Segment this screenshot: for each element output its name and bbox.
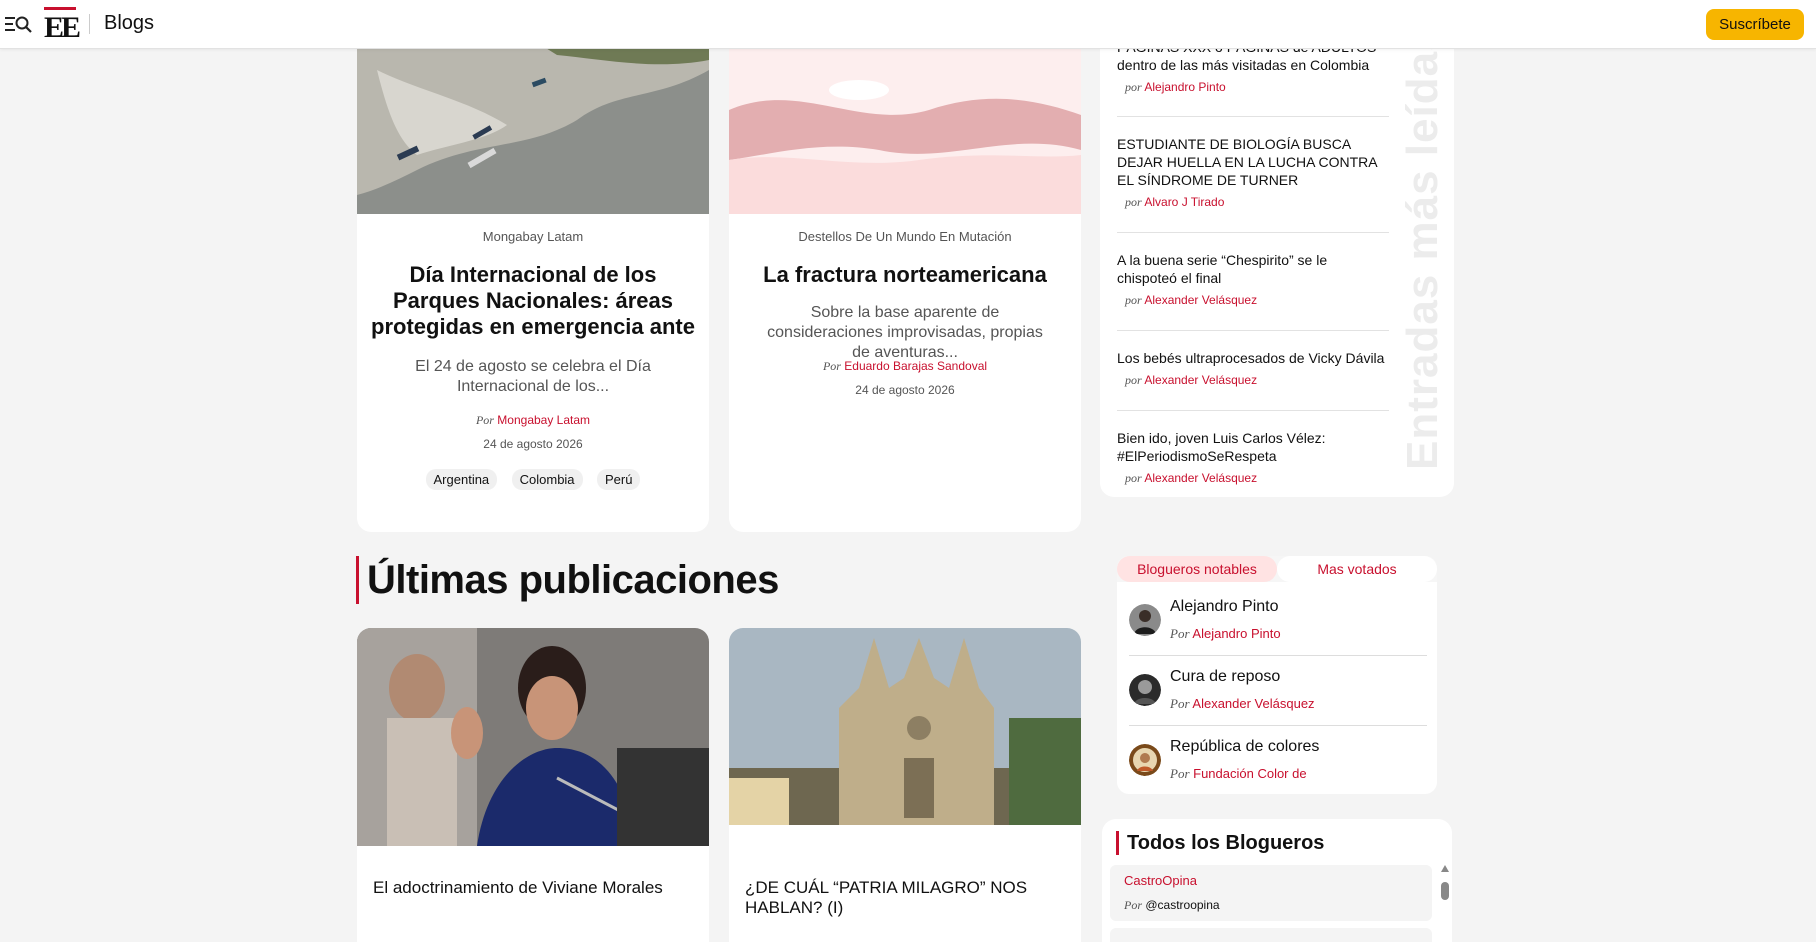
blogger-byline: Por Fundación Color de (1170, 766, 1307, 782)
author-link[interactable]: Alexander Velásquez (1144, 293, 1257, 307)
byline-prefix: Por (822, 359, 841, 373)
all-bloggers-item[interactable]: CastroOpina Por @castroopina (1110, 865, 1432, 921)
byline-prefix: por (1125, 471, 1142, 485)
article-source[interactable]: Mongabay Latam (357, 229, 709, 244)
article-description: Sobre la base aparente de consideracione… (767, 304, 1043, 361)
byline-prefix: por (1125, 373, 1142, 387)
divider (1129, 725, 1427, 726)
scroll-up-arrow-icon[interactable] (1441, 865, 1449, 872)
article-image-speaker[interactable] (357, 628, 709, 846)
byline-prefix: Por (1170, 766, 1190, 781)
byline-prefix: por (1125, 293, 1142, 307)
blogger-handle[interactable]: @castroopina (1145, 898, 1219, 912)
blogger-name[interactable]: Cura de reposo (1170, 668, 1280, 686)
article-title[interactable]: Día Internacional de los Parques Naciona… (371, 262, 695, 340)
tag-chip[interactable]: Colombia (511, 469, 583, 490)
top-header: EE Blogs Suscríbete (0, 0, 1816, 49)
divider (1117, 410, 1389, 411)
blogger-name[interactable]: Alejandro Pinto (1170, 598, 1279, 616)
all-bloggers-panel: Todos los Blogueros CastroOpina Por @cas… (1102, 819, 1452, 942)
article-title[interactable]: ¿DE CUÁL “PATRIA MILAGRO” NOS HABLAN? (I… (745, 878, 1065, 918)
latest-card[interactable]: ¿DE CUÁL “PATRIA MILAGRO” NOS HABLAN? (I… (729, 628, 1081, 942)
byline-prefix: Por (1170, 626, 1190, 641)
featured-card[interactable]: Mongabay Latam Día Internacional de los … (357, 30, 709, 532)
article-title[interactable]: El adoctrinamiento de Viviane Morales (373, 878, 693, 898)
author-link[interactable]: Alexander Velásquez (1144, 373, 1257, 387)
article-date: 24 de agosto 2026 (483, 437, 583, 451)
author-link[interactable]: Alejandro Pinto (1144, 80, 1225, 94)
blogger-name[interactable]: República de colores (1170, 738, 1319, 756)
most-read-label: Entradas más leídas (1398, 25, 1447, 470)
most-read-title[interactable]: ESTUDIANTE DE BIOLOGÍA BUSCA DEJAR HUELL… (1117, 135, 1389, 189)
most-read-item[interactable]: A la buena serie “Chespirito” se le chis… (1117, 251, 1389, 308)
most-read-item[interactable]: Los bebés ultraprocesados de Vicky Dávil… (1117, 349, 1389, 388)
most-read-title[interactable]: Los bebés ultraprocesados de Vicky Dávil… (1117, 349, 1389, 367)
article-source[interactable]: Destellos De Un Mundo En Mutación (729, 229, 1081, 244)
divider (1129, 655, 1427, 656)
tag-chip[interactable]: Perú (597, 469, 641, 490)
most-read-byline: por Alejandro Pinto (1117, 80, 1389, 95)
most-read-title[interactable]: Bien ido, joven Luis Carlos Vélez: #ElPe… (1117, 429, 1389, 465)
most-read-title[interactable]: dentro de las más visitadas en Colombia (1117, 56, 1389, 74)
divider (1117, 116, 1389, 117)
blogger-name[interactable]: CastroOpina (1124, 873, 1197, 888)
tag-list: Argentina Colombia Perú (357, 469, 709, 490)
article-byline: Por Mongabay Latam (357, 413, 709, 428)
blogger-byline: Por Alexander Velásquez (1170, 696, 1315, 712)
most-read-title[interactable]: A la buena serie “Chespirito” se le chis… (1117, 251, 1389, 287)
author-link[interactable]: Alvaro J Tirado (1144, 195, 1224, 209)
byline-prefix: por (1125, 195, 1142, 209)
avatar[interactable] (1129, 744, 1161, 776)
blogger-byline: Por Alejandro Pinto (1170, 626, 1281, 642)
blogger-item[interactable]: República de colores Por Fundación Color… (1129, 738, 1427, 794)
most-read-item[interactable]: Bien ido, joven Luis Carlos Vélez: #ElPe… (1117, 429, 1389, 486)
subscribe-button[interactable]: Suscríbete (1706, 9, 1804, 40)
article-image-illustration[interactable] (729, 30, 1081, 214)
tag-chip[interactable]: Argentina (425, 469, 498, 490)
author-link[interactable]: Eduardo Barajas Sandoval (844, 359, 987, 373)
most-read-byline: por Alexander Velásquez (1117, 373, 1389, 388)
most-read-byline: por Alexander Velásquez (1117, 471, 1389, 486)
all-bloggers-item[interactable] (1110, 928, 1432, 942)
bloggers-tabs: Blogueros notables Mas votados (1117, 556, 1437, 582)
author-link[interactable]: Alejandro Pinto (1192, 626, 1280, 641)
latest-card[interactable]: El adoctrinamiento de Viviane Morales (357, 628, 709, 942)
latest-heading: Últimas publicaciones (356, 556, 779, 604)
article-title[interactable]: La fractura norteamericana (743, 262, 1067, 288)
byline-prefix: por (1125, 80, 1142, 94)
tab-most-voted[interactable]: Mas votados (1277, 556, 1437, 582)
menu-search-icon[interactable] (4, 12, 34, 36)
most-read-byline: por Alexander Velásquez (1117, 293, 1389, 308)
site-logo[interactable]: EE (44, 7, 81, 44)
article-byline: Por Eduardo Barajas Sandoval (729, 359, 1081, 374)
divider (1117, 232, 1389, 233)
divider (1117, 330, 1389, 331)
scrollbar[interactable] (1440, 865, 1450, 942)
most-read-byline: por Alvaro J Tirado (1117, 195, 1389, 210)
blogger-item[interactable]: Cura de reposo Por Alexander Velásquez (1129, 668, 1427, 724)
bloggers-panel: Blogueros notables Mas votados Alejandro… (1117, 556, 1437, 794)
byline-prefix: Por (1124, 898, 1142, 912)
blogger-byline: Por @castroopina (1124, 898, 1220, 913)
featured-card[interactable]: Destellos De Un Mundo En Mutación La fra… (729, 30, 1081, 532)
author-link[interactable]: Mongabay Latam (497, 413, 590, 427)
section-title[interactable]: Blogs (104, 12, 154, 35)
article-date: 24 de agosto 2026 (855, 383, 955, 397)
author-link[interactable]: Fundación Color de (1193, 766, 1306, 781)
avatar[interactable] (1129, 604, 1161, 636)
article-description: El 24 de agosto se celebra el Día Intern… (415, 358, 651, 395)
byline-prefix: Por (1170, 696, 1190, 711)
author-link[interactable]: Alexander Velásquez (1192, 696, 1314, 711)
avatar[interactable] (1129, 674, 1161, 706)
most-read-item[interactable]: ESTUDIANTE DE BIOLOGÍA BUSCA DEJAR HUELL… (1117, 135, 1389, 210)
tab-notable-bloggers[interactable]: Blogueros notables (1117, 556, 1277, 582)
all-bloggers-title: Todos los Blogueros (1116, 831, 1324, 855)
header-divider (89, 14, 90, 34)
author-link[interactable]: Alexander Velásquez (1144, 471, 1257, 485)
scrollbar-thumb[interactable] (1441, 882, 1449, 900)
article-image-cathedral[interactable] (729, 628, 1081, 825)
article-image-river[interactable] (357, 30, 709, 214)
blogger-item[interactable]: Alejandro Pinto Por Alejandro Pinto (1129, 598, 1427, 654)
byline-prefix: Por (475, 413, 494, 427)
